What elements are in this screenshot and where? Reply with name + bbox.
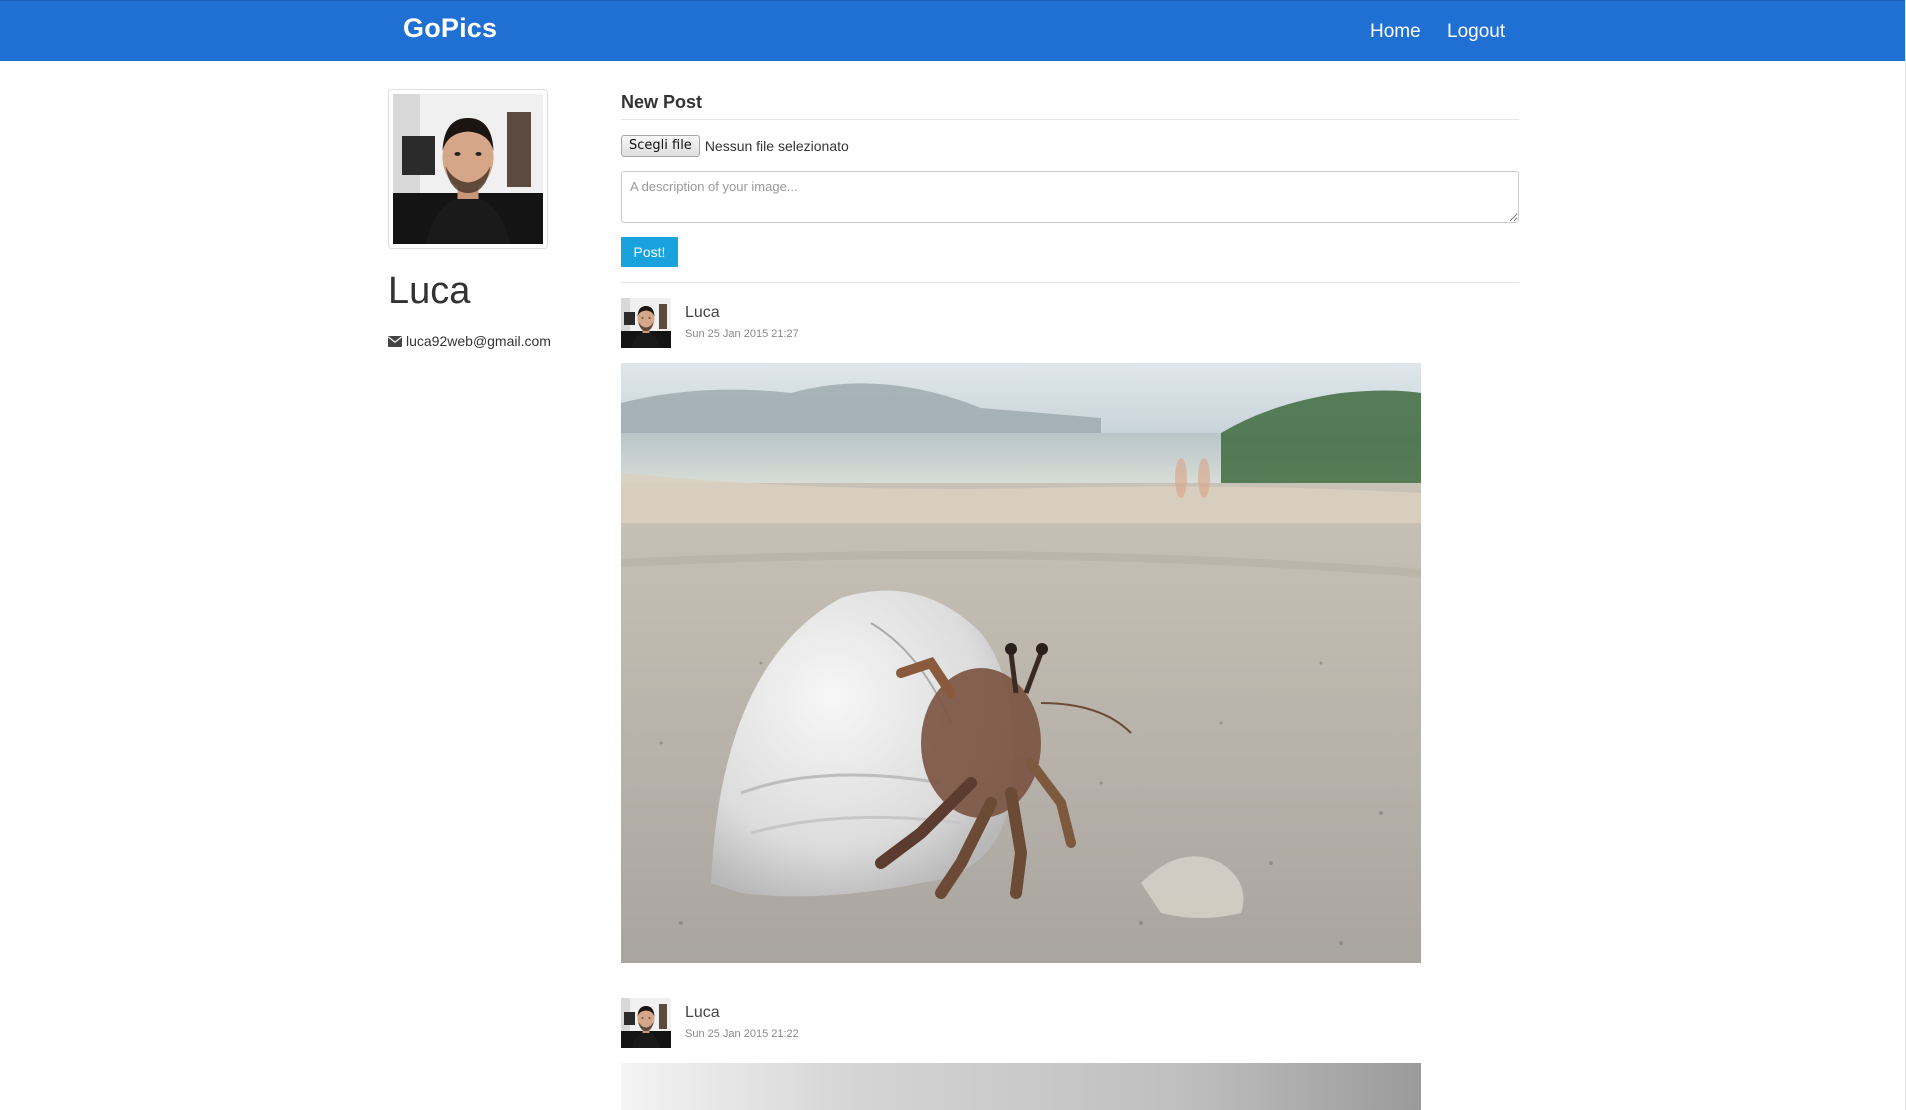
post-author-avatar[interactable] bbox=[621, 298, 671, 348]
post-author-name[interactable]: Luca bbox=[685, 1004, 720, 1022]
post-author-name[interactable]: Luca bbox=[685, 304, 720, 322]
post-timestamp: Sun 25 Jan 2015 21:22 bbox=[685, 1028, 799, 1040]
nav-logout-link[interactable]: Logout bbox=[1447, 21, 1505, 43]
envelope-icon bbox=[388, 335, 402, 347]
post-author-avatar[interactable] bbox=[621, 998, 671, 1048]
user-photo-icon bbox=[621, 998, 671, 1048]
profile-email: luca92web@gmail.com bbox=[388, 333, 551, 349]
top-navbar: GoPics Home Logout bbox=[0, 0, 1906, 61]
divider bbox=[621, 119, 1519, 120]
file-status-text: Nessun file selezionato bbox=[704, 138, 849, 154]
post-image[interactable] bbox=[621, 1063, 1421, 1110]
profile-email-text: luca92web@gmail.com bbox=[406, 333, 551, 349]
user-photo-icon bbox=[621, 298, 671, 348]
divider bbox=[621, 282, 1519, 283]
hermit-crab-photo-icon bbox=[621, 363, 1421, 963]
brand-logo-link[interactable]: GoPics bbox=[403, 13, 497, 44]
file-input[interactable]: Scegli file Nessun file selezionato bbox=[621, 135, 849, 157]
post-timestamp: Sun 25 Jan 2015 21:27 bbox=[685, 328, 799, 340]
description-textarea[interactable] bbox=[621, 171, 1519, 223]
user-photo-icon bbox=[393, 94, 543, 244]
grayscale-photo-icon bbox=[621, 1063, 1421, 1110]
nav-home-link[interactable]: Home bbox=[1370, 21, 1421, 43]
new-post-heading: New Post bbox=[621, 92, 703, 112]
profile-name: Luca bbox=[388, 270, 471, 312]
post-submit-button[interactable]: Post! bbox=[621, 237, 678, 267]
post-image[interactable] bbox=[621, 363, 1421, 963]
choose-file-button[interactable]: Scegli file bbox=[621, 135, 700, 157]
profile-avatar bbox=[388, 89, 548, 249]
